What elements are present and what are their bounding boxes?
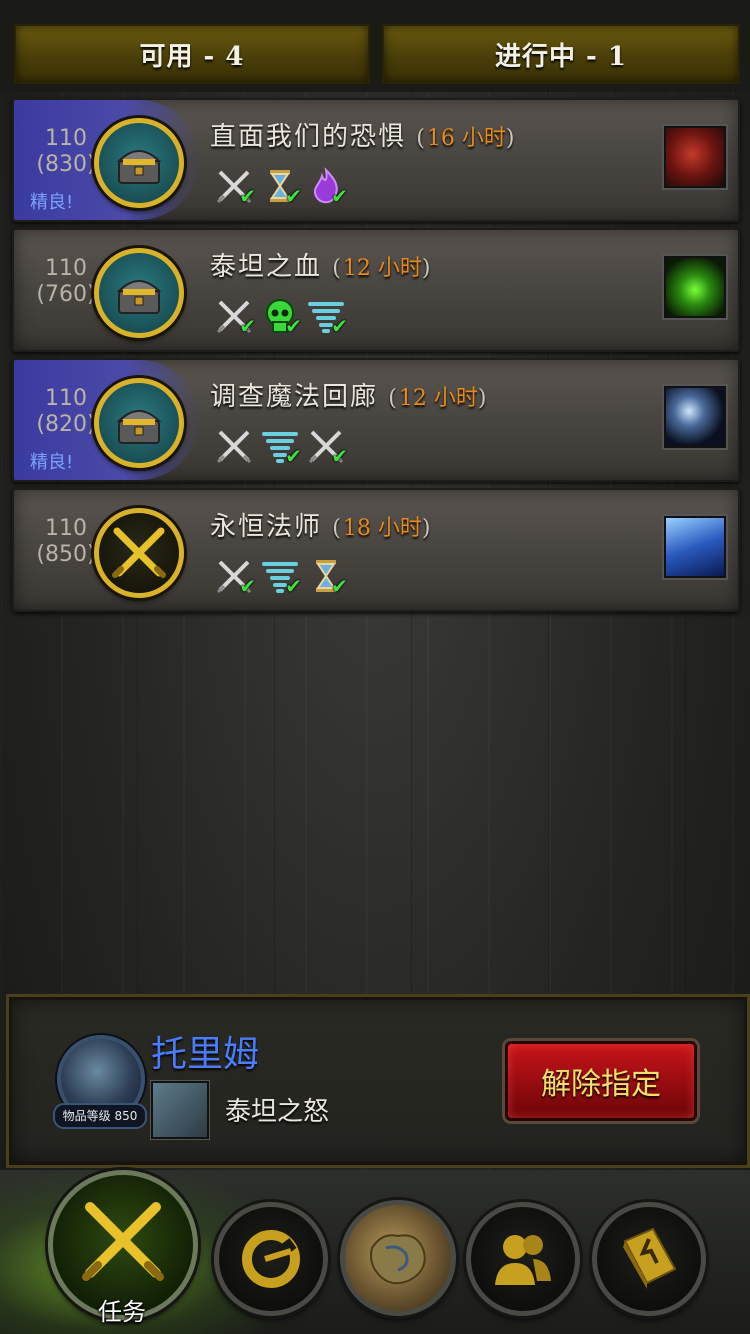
mission-title: 直面我们的恐惧 (16 小时) — [210, 122, 517, 152]
crossed-swords-icon: ✔ — [214, 556, 256, 598]
mission-duration: 12 小时 — [398, 386, 478, 411]
crossed-swords-icon — [82, 1202, 164, 1281]
mission-title: 泰坦之血 (12 小时) — [210, 252, 433, 282]
check-icon: ✔ — [331, 574, 348, 598]
nav-missions-label: 任务 — [98, 1298, 146, 1326]
cyclone-icon: ✔ — [260, 426, 302, 468]
mission-row[interactable]: 110 (820) 精良! 调查魔法回廊 (12 小时) ✔ ✔ — [12, 358, 740, 482]
champion-panel: 物品等级 850 托里姆 泰坦之怒 解除指定 — [6, 994, 750, 1168]
cyclone-icon: ✔ — [306, 296, 348, 338]
mission-level: 110 (850) — [36, 516, 96, 567]
treasure-chest-icon — [94, 378, 184, 468]
mission-level: 110 (760) — [36, 256, 96, 307]
treasure-chest-icon — [94, 118, 184, 208]
check-icon: ✔ — [331, 314, 348, 338]
elite-label: 精良! — [30, 192, 74, 213]
bottom-nav: 任务 — [0, 1170, 750, 1334]
horseshoe-icon — [242, 1230, 300, 1288]
ability-list: ✔ ✔ — [214, 426, 348, 468]
champions-icon — [495, 1235, 551, 1285]
check-icon: ✔ — [285, 444, 302, 468]
item-level-badge: 物品等级 850 — [53, 1103, 147, 1129]
crossed-swords-icon: ✔ — [214, 296, 256, 338]
hourglass-icon: ✔ — [260, 166, 302, 208]
ability-list: ✔ ✔ ✔ — [214, 296, 348, 338]
book-icon — [623, 1227, 677, 1289]
mission-duration: 18 小时 — [342, 516, 422, 541]
check-icon: ✔ — [239, 314, 256, 338]
mission-level: 110 (820) — [36, 386, 96, 437]
nav-map-button[interactable] — [340, 1200, 456, 1316]
champion-name: 托里姆 — [151, 1034, 260, 1075]
nav-followers-button[interactable] — [214, 1202, 328, 1316]
green-skull-icon: ✔ — [260, 296, 302, 338]
check-icon: ✔ — [285, 184, 302, 208]
purple-flame-icon: ✔ — [306, 166, 348, 208]
champion-spec: 泰坦之怒 — [225, 1097, 330, 1127]
mission-title: 调查魔法回廊 (12 小时) — [210, 382, 489, 412]
mission-row[interactable]: 110 (850) 永恒法师 (18 小时) ✔ ✔ ✔ — [12, 488, 740, 612]
crossed-swords-icon — [214, 426, 254, 466]
mission-level: 110 (830) — [36, 126, 96, 177]
mission-duration: 16 小时 — [426, 126, 506, 151]
check-icon: ✔ — [285, 314, 302, 338]
top-bar: 可用 - 4 进行中 - 1 — [0, 0, 750, 92]
mission-duration: 12 小时 — [342, 256, 422, 281]
enemy-portrait[interactable] — [664, 126, 726, 188]
mission-title: 永恒法师 (18 小时) — [210, 512, 433, 542]
cyclone-icon: ✔ — [260, 556, 302, 598]
mission-row[interactable]: 110 (830) 精良! 直面我们的恐惧 (16 小时) ✔ ✔ ✔ — [12, 98, 740, 222]
nav-champions-button[interactable] — [466, 1202, 580, 1316]
tab-available[interactable]: 可用 - 4 — [14, 24, 370, 84]
check-icon: ✔ — [331, 184, 348, 208]
check-icon: ✔ — [331, 444, 348, 468]
check-icon: ✔ — [239, 184, 256, 208]
mission-row[interactable]: 110 (760) 泰坦之血 (12 小时) ✔ ✔ ✔ — [12, 228, 740, 352]
crossed-swords-icon: ✔ — [306, 426, 348, 468]
enemy-portrait[interactable] — [664, 516, 726, 578]
check-icon: ✔ — [285, 574, 302, 598]
nav-journal-button[interactable] — [592, 1202, 706, 1316]
unassign-button[interactable]: 解除指定 — [505, 1041, 697, 1121]
enemy-portrait[interactable] — [664, 256, 726, 318]
spec-icon — [151, 1081, 209, 1139]
map-icon — [370, 1234, 426, 1285]
crossed-swords-reward-icon — [94, 508, 184, 598]
crossed-swords-icon: ✔ — [214, 166, 256, 208]
treasure-chest-icon — [94, 248, 184, 338]
ability-list: ✔ ✔ ✔ — [214, 166, 348, 208]
tab-in-progress[interactable]: 进行中 - 1 — [382, 24, 740, 84]
check-icon: ✔ — [239, 574, 256, 598]
elite-label: 精良! — [30, 452, 74, 473]
hourglass-icon: ✔ — [306, 556, 348, 598]
ability-list: ✔ ✔ ✔ — [214, 556, 348, 598]
enemy-portrait[interactable] — [664, 386, 726, 448]
